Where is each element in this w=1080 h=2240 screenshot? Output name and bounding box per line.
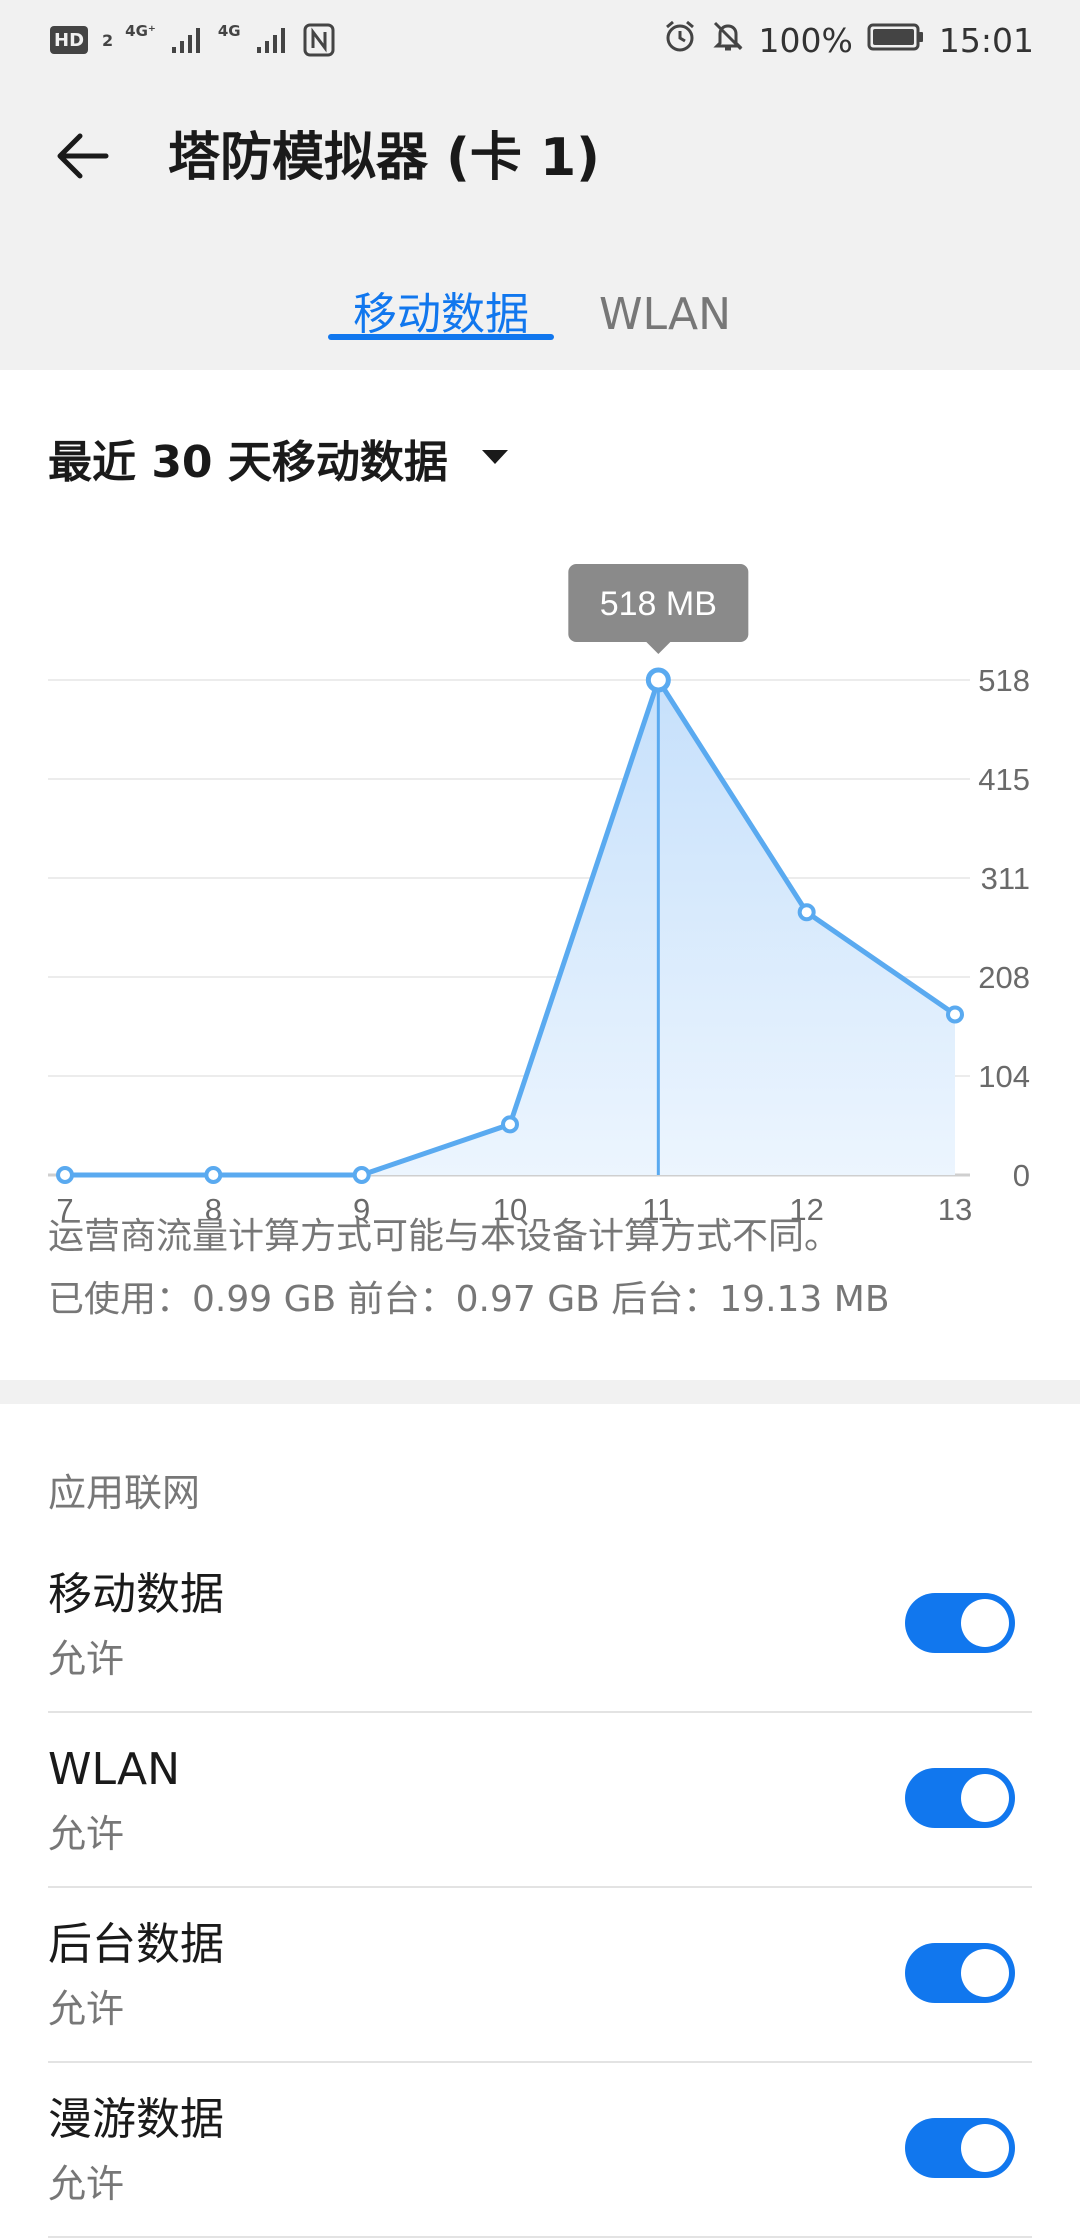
y-tick-label: 311 (981, 861, 1030, 896)
tooltip-label: 518 MB (600, 585, 717, 623)
toggle-knob (961, 1774, 1009, 1822)
data-point (352, 1166, 371, 1184)
usage-chart[interactable]: 51841531120810407 8 9 10 11 12 13 518 MB (0, 500, 1080, 1227)
data-point (56, 1166, 74, 1184)
row-subtitle: 允许 (48, 2162, 125, 2206)
back-button[interactable] (46, 120, 118, 192)
page-title: 塔防模拟器 (卡 1) (168, 128, 600, 188)
data-point (946, 1005, 964, 1024)
signal-icon (170, 25, 206, 55)
y-tick-label: 104 (978, 1059, 1030, 1094)
sim-slot-label: 2 (102, 30, 114, 50)
period-selector[interactable]: 最近 30 天移动数据 (48, 428, 448, 488)
carrier-note: 运营商流量计算方式可能与本设备计算方式不同。 (48, 1216, 841, 1257)
tab-wlan[interactable]: WLAN (580, 265, 750, 365)
status-bar: HD 2 4G⁺ 4G 100% 15:01 (0, 0, 1080, 80)
tab-indicator (328, 334, 554, 340)
y-tick-label: 208 (978, 960, 1030, 995)
y-tick-label: 0 (1013, 1158, 1030, 1193)
x-tick-label: 13 (938, 1192, 972, 1227)
roaming-data-toggle[interactable] (905, 2118, 1015, 2178)
app-bar: 塔防模拟器 (卡 1) 移动数据 WLAN (0, 80, 1080, 370)
toggle-knob (961, 1949, 1009, 1997)
mute-bell-icon (711, 19, 745, 61)
battery-percent: 100% (758, 20, 853, 60)
status-right: 100% 15:01 (663, 18, 1034, 62)
tooltip-pointer (646, 642, 671, 654)
mobile-data-toggle[interactable] (905, 1593, 1015, 1653)
row-subtitle: 允许 (48, 1812, 125, 1856)
section-divider (0, 1380, 1080, 1404)
clock: 15:01 (938, 20, 1034, 60)
y-tick-label: 518 (978, 663, 1030, 698)
usage-summary: 已使用：0.99 GB 前台：0.97 GB 后台：19.13 MB (48, 1279, 890, 1320)
network-type-2: 4G (217, 22, 241, 40)
battery-icon (867, 21, 925, 60)
row-title: 移动数据 (48, 1569, 224, 1620)
y-tick-label: 415 (978, 762, 1030, 797)
period-label: 最近 30 天移动数据 (48, 437, 448, 488)
row-subtitle: 允许 (48, 1987, 125, 2031)
row-background-data[interactable]: 后台数据 允许 (48, 1888, 1032, 2063)
alarm-icon (663, 19, 697, 61)
hd-icon: HD (50, 26, 89, 54)
section-title: 应用联网 (48, 1471, 201, 1515)
signal-icon (255, 25, 291, 55)
triangle-down-icon[interactable] (482, 450, 508, 464)
row-title: WLAN (48, 1744, 181, 1795)
data-point (501, 1115, 519, 1134)
app-networking-section: 应用联网 移动数据 允许 WLAN 允许 后台数据 允许 漫游数据 允许 (0, 1404, 1080, 2240)
nfc-icon (303, 23, 335, 57)
toggle-knob (961, 1599, 1009, 1647)
row-wlan[interactable]: WLAN 允许 (48, 1713, 1032, 1888)
network-type-1: 4G⁺ (125, 22, 156, 40)
tab-mobile-data[interactable]: 移动数据 (328, 265, 554, 365)
status-left: HD 2 4G⁺ 4G (50, 20, 335, 60)
arrow-left-icon (57, 133, 109, 179)
row-title: 漫游数据 (48, 2094, 224, 2145)
toggle-knob (961, 2124, 1009, 2172)
background-data-toggle[interactable] (905, 1943, 1015, 2003)
row-title: 后台数据 (48, 1919, 224, 1970)
data-point (204, 1166, 223, 1184)
usage-panel: 最近 30 天移动数据 518 415 311 208 104 0 7 8 9 10 11 12 13 … (0, 370, 1080, 1380)
tab-bar: 移动数据 WLAN (0, 265, 1080, 365)
row-roaming-data[interactable]: 漫游数据 允许 (48, 2063, 1032, 2238)
data-point (797, 903, 816, 922)
row-subtitle: 允许 (48, 1637, 125, 1681)
area-fill (65, 680, 955, 1175)
wlan-toggle[interactable] (905, 1768, 1015, 1828)
data-point (645, 667, 671, 693)
row-mobile-data[interactable]: 移动数据 允许 (48, 1538, 1032, 1713)
